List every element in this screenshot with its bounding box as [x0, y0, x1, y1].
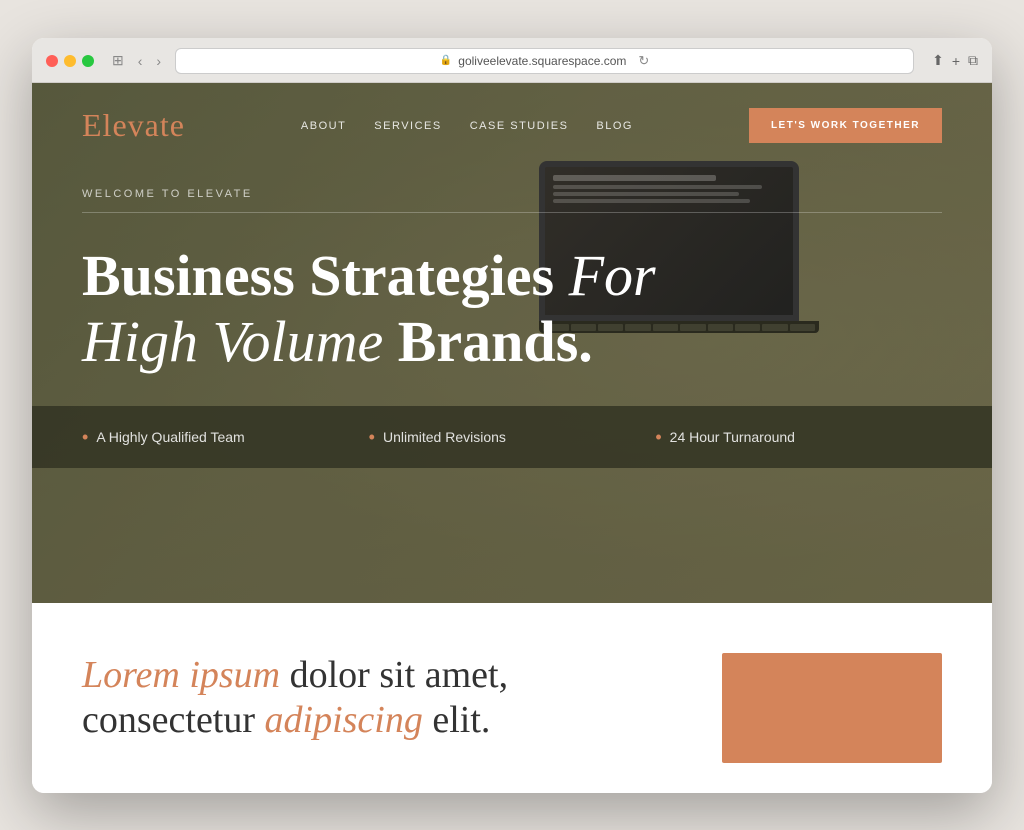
hero-headline-line1: Business Strategies For	[82, 243, 656, 308]
bullet-icon-1: •	[82, 428, 88, 446]
site-logo[interactable]: Elevate	[82, 107, 185, 144]
below-fold-text: Lorem ipsum dolor sit amet, consectetur …	[82, 653, 508, 744]
below-fold-regular-1: dolor sit amet,	[280, 654, 508, 696]
cta-button[interactable]: LET'S WORK TOGETHER	[749, 108, 942, 143]
nav-item-about[interactable]: ABOUT	[301, 116, 346, 134]
maximize-button[interactable]	[82, 55, 94, 67]
feature-label-3: 24 Hour Turnaround	[670, 429, 795, 445]
new-tab-button[interactable]: +	[952, 52, 960, 69]
share-button[interactable]: ⬆	[932, 52, 944, 69]
hero-content: WELCOME TO ELEVATE Business Strategies F…	[32, 168, 992, 406]
refresh-icon[interactable]: ↻	[638, 53, 649, 69]
feature-item-team: • A Highly Qualified Team	[82, 428, 369, 446]
browser-controls: ⊞ ‹ ›	[108, 50, 165, 71]
feature-item-revisions: • Unlimited Revisions	[369, 428, 656, 446]
website-content: Elevate ABOUT SERVICES CASE STUDIES BLOG	[32, 83, 992, 793]
browser-actions: ⬆ + ⧉	[932, 52, 978, 69]
nav-item-blog[interactable]: BLOG	[596, 116, 633, 134]
nav-link-case-studies[interactable]: CASE STUDIES	[470, 120, 569, 132]
hero-section: Elevate ABOUT SERVICES CASE STUDIES BLOG	[32, 83, 992, 603]
below-fold-line2: consectetur adipiscing elit.	[82, 699, 490, 741]
back-button[interactable]: ‹	[134, 50, 147, 71]
nav-links: ABOUT SERVICES CASE STUDIES BLOG	[301, 116, 633, 134]
minimize-button[interactable]	[64, 55, 76, 67]
hero-headline-line2: High Volume Brands.	[82, 309, 593, 374]
feature-item-turnaround: • 24 Hour Turnaround	[655, 428, 942, 446]
feature-label-1: A Highly Qualified Team	[96, 429, 244, 445]
feature-label-2: Unlimited Revisions	[383, 429, 506, 445]
duplicate-tab-button[interactable]: ⧉	[968, 52, 978, 69]
address-bar[interactable]: 🔒 goliveelevate.squarespace.com ↻	[175, 48, 914, 74]
nav-link-about[interactable]: ABOUT	[301, 120, 346, 132]
navbar: Elevate ABOUT SERVICES CASE STUDIES BLOG	[32, 83, 992, 168]
below-fold-italic-2: adipiscing	[265, 699, 423, 741]
hero-eyebrow: WELCOME TO ELEVATE	[82, 188, 942, 200]
below-fold-section: Lorem ipsum dolor sit amet, consectetur …	[32, 603, 992, 793]
hero-italic-high-volume: High Volume	[82, 309, 383, 374]
forward-button[interactable]: ›	[152, 50, 165, 71]
sidebar-toggle-button[interactable]: ⊞	[108, 50, 128, 71]
hero-italic-for: For	[569, 243, 656, 308]
bullet-icon-3: •	[655, 428, 661, 446]
traffic-lights	[46, 55, 94, 67]
hero-divider	[82, 212, 942, 213]
browser-chrome: ⊞ ‹ › 🔒 goliveelevate.squarespace.com ↻ …	[32, 38, 992, 83]
features-bar: • A Highly Qualified Team • Unlimited Re…	[32, 406, 992, 468]
bullet-icon-2: •	[369, 428, 375, 446]
lock-icon: 🔒	[440, 55, 452, 66]
below-fold-italic-1: Lorem ipsum	[82, 654, 280, 696]
nav-link-blog[interactable]: BLOG	[596, 120, 633, 132]
nav-item-case-studies[interactable]: CASE STUDIES	[470, 116, 569, 134]
nav-link-services[interactable]: SERVICES	[374, 120, 441, 132]
browser-window: ⊞ ‹ › 🔒 goliveelevate.squarespace.com ↻ …	[32, 38, 992, 793]
nav-item-services[interactable]: SERVICES	[374, 116, 441, 134]
below-fold-accent-block	[722, 653, 942, 763]
close-button[interactable]	[46, 55, 58, 67]
hero-headline: Business Strategies For High Volume Bran…	[82, 243, 682, 376]
url-display: goliveelevate.squarespace.com	[458, 54, 626, 68]
